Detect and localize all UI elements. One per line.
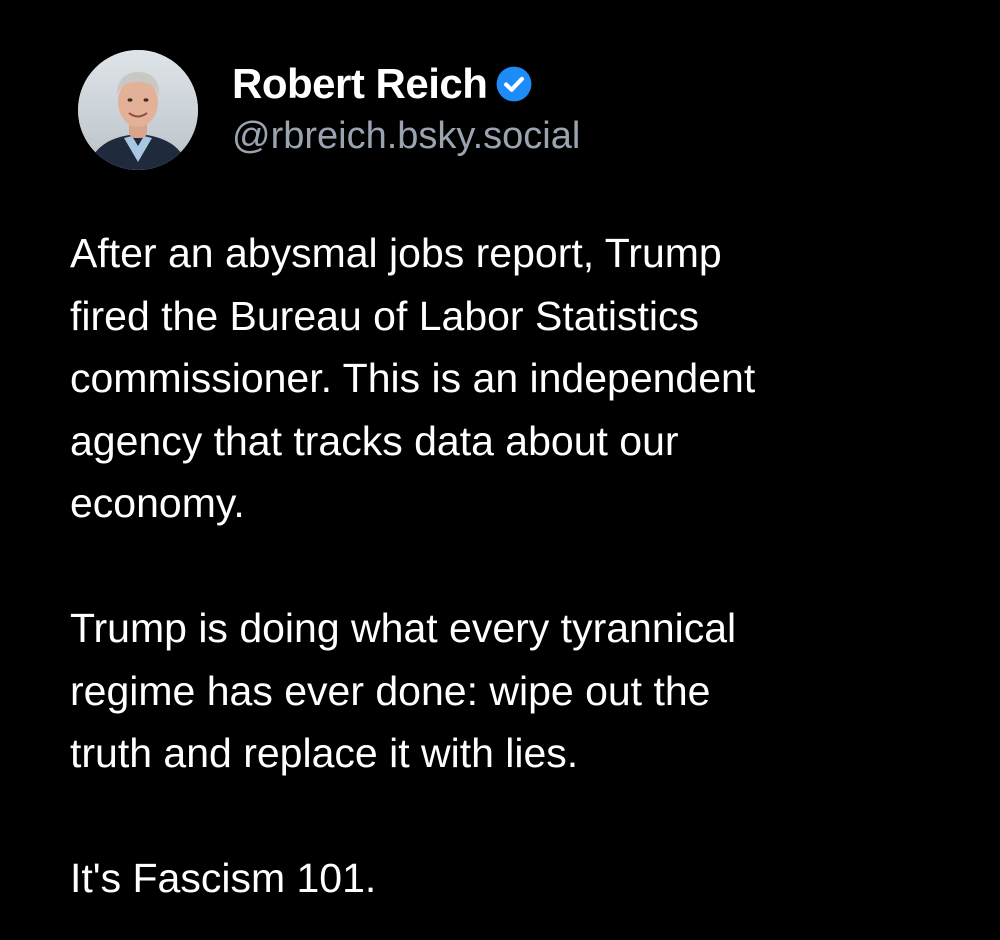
author-info: Robert Reich @rbreich.bsky.social: [232, 57, 580, 158]
author-name-row: Robert Reich: [232, 57, 580, 111]
post-header: Robert Reich @rbreich.bsky.social: [78, 50, 580, 170]
author-handle[interactable]: @rbreich.bsky.social: [232, 115, 580, 158]
post-text: After an abysmal jobs report, Trump fire…: [70, 222, 970, 910]
avatar[interactable]: [78, 50, 198, 170]
author-display-name[interactable]: Robert Reich: [232, 60, 488, 108]
post-paragraph: Trump is doing what every tyrannical reg…: [70, 605, 737, 776]
profile-photo-icon: [78, 50, 198, 170]
post: Robert Reich @rbreich.bsky.social After …: [0, 0, 1000, 940]
post-paragraph: After an abysmal jobs report, Trump fire…: [70, 230, 756, 526]
verified-badge-icon: [495, 65, 533, 103]
post-paragraph: It's Fascism 101.: [70, 855, 377, 901]
